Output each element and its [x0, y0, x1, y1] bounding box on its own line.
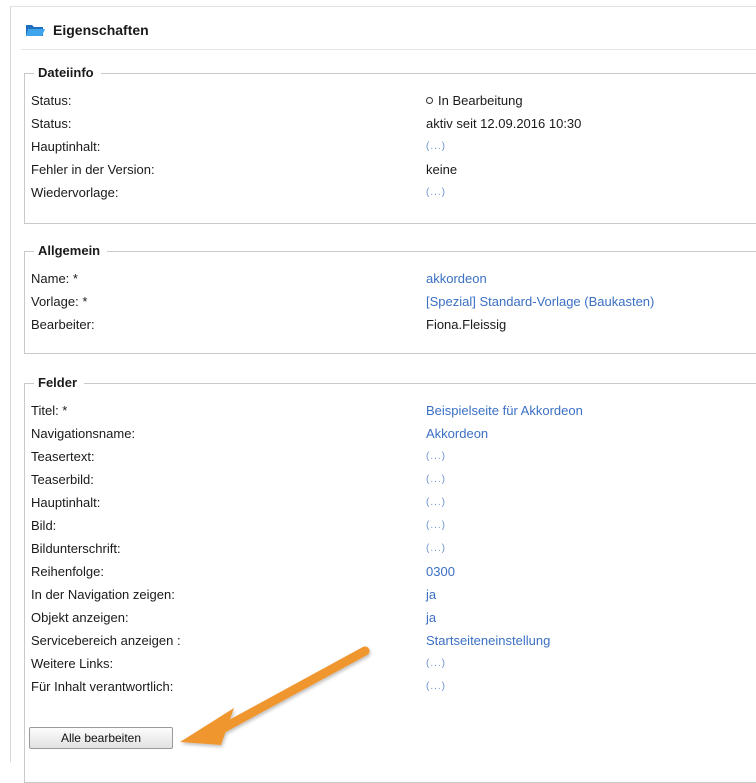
field-row-bild: Bild: (...) [31, 514, 756, 537]
row-label: Reihenfolge: [31, 564, 104, 579]
row-label: Objekt anzeigen: [31, 610, 129, 625]
row-label: Hauptinhalt: [31, 139, 101, 154]
row-label: Bearbeiter: [31, 317, 95, 332]
row-value-link[interactable]: Startseiteneinstellung [426, 629, 550, 652]
row-label: Name: * [31, 271, 78, 286]
field-row-servicebereich: Servicebereich anzeigen : Startseitenein… [31, 629, 756, 652]
header-divider [21, 49, 756, 50]
row-value-link[interactable]: (...) [426, 537, 446, 560]
row-label: Titel: * [31, 403, 68, 418]
row-label: Teaserbild: [31, 472, 94, 487]
field-row-objekt-anzeigen: Objekt anzeigen: ja [31, 606, 756, 629]
info-row-fehler: Fehler in der Version: keine [31, 158, 756, 181]
info-row-bearbeiter: Bearbeiter: Fiona.Fleissig [31, 313, 756, 336]
row-label: Bildunterschrift: [31, 541, 121, 556]
row-value: aktiv seit 12.09.2016 10:30 [426, 116, 582, 131]
info-row-vorlage: Vorlage: * [Spezial] Standard-Vorlage (B… [31, 290, 756, 313]
row-label: Für Inhalt verantwortlich: [31, 679, 174, 694]
row-label: In der Navigation zeigen: [31, 587, 175, 602]
info-row-hauptinhalt: Hauptinhalt: (...) [31, 135, 756, 158]
row-value-link[interactable]: Akkordeon [426, 422, 488, 445]
row-value-link[interactable]: akkordeon [426, 267, 487, 290]
row-value-link[interactable]: (...) [426, 468, 446, 491]
row-label: Vorlage: * [31, 294, 88, 309]
info-row-status: Status: In Bearbeitung [31, 89, 756, 112]
row-label: Status: [31, 93, 72, 108]
panel-title: Eigenschaften [53, 22, 149, 38]
info-row-wiedervorlage: Wiedervorlage: (...) [31, 181, 756, 204]
row-label: Hauptinhalt: [31, 495, 101, 510]
row-label: Weitere Links: [31, 656, 114, 671]
info-row-name: Name: * akkordeon [31, 267, 756, 290]
row-value-link[interactable]: (...) [426, 652, 446, 675]
row-value-link[interactable]: [Spezial] Standard-Vorlage (Baukasten) [426, 290, 654, 313]
field-row-titel: Titel: * Beispielseite für Akkordeon [31, 399, 756, 422]
field-row-bildunterschrift: Bildunterschrift: (...) [31, 537, 756, 560]
allgemein-legend: Allgemein [34, 243, 108, 259]
field-row-teasertext: Teasertext: (...) [31, 445, 756, 468]
dateiinfo-section: Dateiinfo Status: In Bearbeitung Status:… [24, 65, 756, 224]
dateiinfo-legend: Dateiinfo [34, 65, 101, 81]
field-row-navigation-zeigen: In der Navigation zeigen: ja [31, 583, 756, 606]
row-value-link[interactable]: 0300 [426, 560, 455, 583]
row-value-link[interactable]: (...) [426, 181, 446, 204]
field-row-weitere-links: Weitere Links: (...) [31, 652, 756, 675]
row-value-link[interactable]: ja [426, 606, 436, 629]
row-value: keine [426, 162, 458, 177]
row-value-link[interactable]: (...) [426, 491, 446, 514]
status-circle-icon [426, 97, 433, 105]
field-row-hauptinhalt: Hauptinhalt: (...) [31, 491, 756, 514]
allgemein-section: Allgemein Name: * akkordeon Vorlage: * [… [24, 243, 756, 354]
row-label: Fehler in der Version: [31, 162, 155, 177]
felder-legend: Felder [34, 375, 85, 391]
row-value-link[interactable]: (...) [426, 445, 446, 468]
row-label: Servicebereich anzeigen : [31, 633, 181, 648]
field-row-reihenfolge: Reihenfolge: 0300 [31, 560, 756, 583]
folder-open-icon [26, 25, 45, 36]
field-row-navigationsname: Navigationsname: Akkordeon [31, 422, 756, 445]
row-value-link[interactable]: (...) [426, 514, 446, 537]
row-label: Bild: [31, 518, 57, 533]
row-value: In Bearbeitung [426, 89, 523, 112]
edit-all-button[interactable]: Alle bearbeiten [29, 727, 173, 749]
row-label: Status: [31, 116, 72, 131]
info-row-status-active: Status: aktiv seit 12.09.2016 10:30 [31, 112, 756, 135]
field-row-verantwortlich: Für Inhalt verantwortlich: (...) [31, 675, 756, 698]
row-value: Fiona.Fleissig [426, 317, 507, 332]
row-value-link[interactable]: Beispielseite für Akkordeon [426, 399, 583, 422]
panel-header: Eigenschaften [25, 19, 149, 41]
row-value-link[interactable]: (...) [426, 675, 446, 698]
row-value-link[interactable]: (...) [426, 135, 446, 158]
row-value-link[interactable]: ja [426, 583, 436, 606]
row-label: Navigationsname: [31, 426, 136, 441]
field-row-teaserbild: Teaserbild: (...) [31, 468, 756, 491]
properties-panel: Eigenschaften Dateiinfo Status: In Bearb… [10, 6, 756, 783]
row-label: Teasertext: [31, 449, 95, 464]
row-label: Wiedervorlage: [31, 185, 119, 200]
felder-section: Felder Titel: * Beispielseite für Akkord… [24, 375, 756, 783]
